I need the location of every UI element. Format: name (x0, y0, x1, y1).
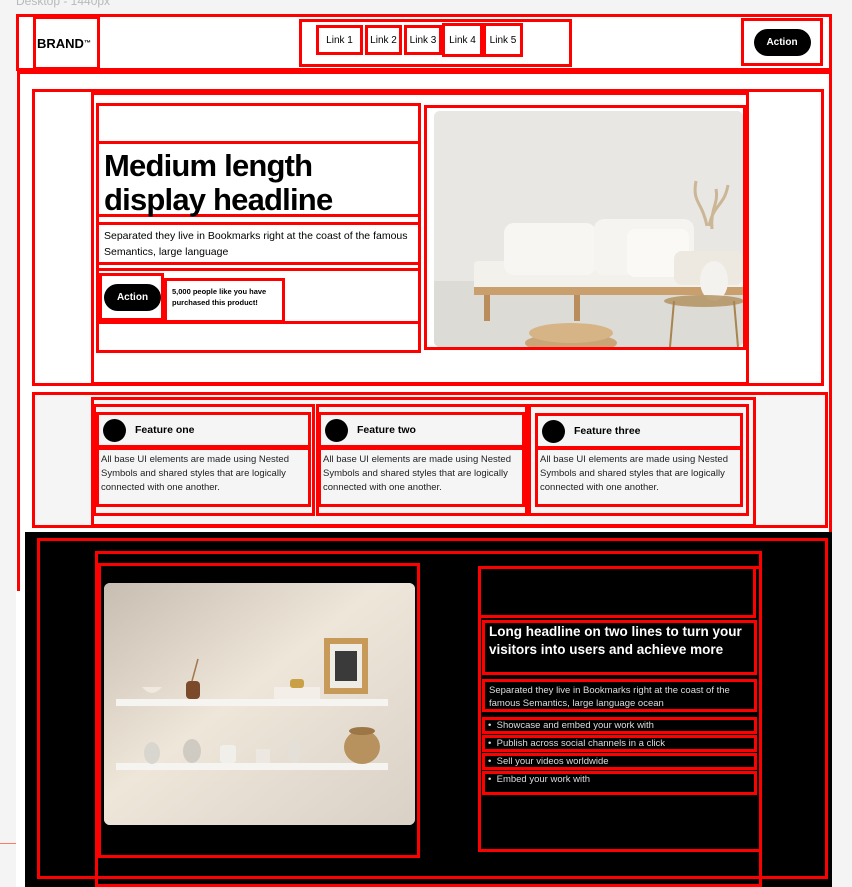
social-proof-text: 5,000 people like you have purchased thi… (164, 278, 285, 323)
hero-image (434, 111, 743, 347)
showcase-bullet: • Publish across social channels in a cl… (482, 735, 757, 752)
hero-image-frame (424, 105, 746, 350)
showcase-bullet: • Sell your videos worldwide (482, 753, 757, 770)
feature-icon (103, 418, 126, 442)
bullet-text: Embed your work with (496, 774, 591, 785)
feature-header: Feature two (318, 412, 525, 448)
hero-headline: Medium length display headline (96, 141, 421, 217)
guide-line (0, 843, 16, 844)
feature-title: Feature one (135, 424, 195, 436)
brand-text: BRAND (37, 35, 84, 51)
bullet-text: Showcase and embed your work with (496, 720, 654, 731)
feature-header: Feature one (96, 412, 311, 448)
frame-label: Desktop - 1440px (16, 0, 111, 8)
shelves-illustration (104, 583, 415, 825)
showcase-text-footer (478, 795, 762, 852)
trademark-mark: ™ (83, 39, 91, 47)
nav-link-3[interactable]: Link 3 (404, 25, 442, 55)
feature-body: All base UI elements are made using Nest… (318, 447, 525, 507)
nav-action-wrapper: Action (741, 18, 823, 66)
showcase-subtext: Separated they live in Bookmarks right a… (482, 679, 757, 712)
nav-action-button[interactable]: Action (753, 28, 811, 56)
feature-title: Feature two (357, 424, 416, 436)
hero-action-wrapper: Action (99, 273, 164, 321)
feature-header: Feature three (535, 413, 743, 449)
showcase-image (104, 583, 415, 825)
nav-link-1[interactable]: Link 1 (316, 25, 363, 55)
brand-logo[interactable]: BRAND ™ (33, 16, 100, 70)
feature-icon (542, 419, 565, 443)
nav-link-4[interactable]: Link 4 (442, 23, 483, 57)
feature-body: All base UI elements are made using Nest… (535, 447, 743, 507)
hero-subtext: Separated they live in Bookmarks right a… (96, 222, 421, 265)
showcase-spacer (478, 566, 756, 618)
showcase-bullet: • Embed your work with (482, 771, 757, 795)
feature-body: All base UI elements are made using Nest… (96, 447, 311, 507)
desktop-frame: BRAND ™ Link 1 Link 2 Link 3 Link 4 Link … (16, 14, 832, 887)
feature-icon (325, 418, 348, 442)
feature-title: Feature three (574, 425, 641, 437)
showcase-bullet: • Showcase and embed your work with (482, 717, 757, 734)
nav-link-2[interactable]: Link 2 (365, 25, 402, 55)
showcase-image-frame (98, 563, 420, 858)
bullet-text: Sell your videos worldwide (496, 756, 609, 767)
hero-action-button[interactable]: Action (104, 283, 161, 311)
nav-link-5[interactable]: Link 5 (483, 23, 523, 57)
sofa-illustration (434, 111, 743, 347)
showcase-headline: Long headline on two lines to turn your … (482, 620, 757, 675)
bullet-text: Publish across social channels in a clic… (496, 738, 666, 749)
